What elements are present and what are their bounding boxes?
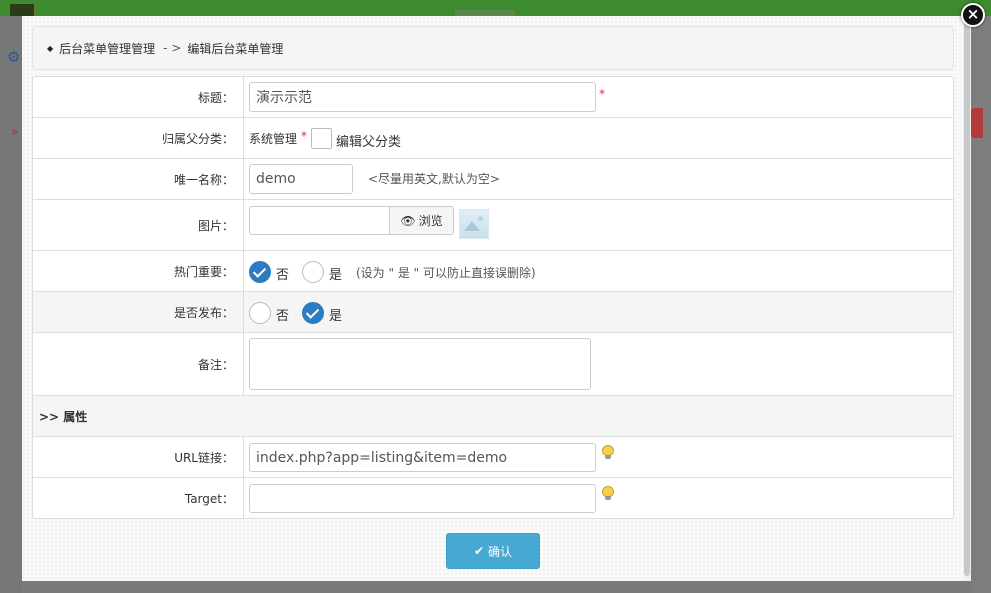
form-row-publish: 是否发布： 否 是 xyxy=(33,292,953,333)
form-row-hot-important: 热门重要： 否 是 (设为 " 是 " 可以防止直接误删除) xyxy=(33,251,953,292)
unique-name-label: 唯一名称： xyxy=(33,159,244,199)
close-icon[interactable]: × xyxy=(961,3,985,27)
lightbulb-icon[interactable] xyxy=(602,445,614,460)
chevron-right-icon: » xyxy=(11,125,19,139)
publish-no-label: 否 xyxy=(276,309,290,324)
attributes-section-label: >> 属性 xyxy=(39,409,88,424)
browse-button[interactable]: 👁 浏览 xyxy=(389,206,454,235)
background-sidebar xyxy=(0,16,22,593)
background-red-button xyxy=(971,108,983,138)
browse-label: 浏览 xyxy=(418,214,443,228)
attributes-section: >> 属性 xyxy=(33,396,953,437)
target-label: Target： xyxy=(33,478,244,519)
hot-important-hint: (设为 " 是 " 可以防止直接误删除) xyxy=(356,266,536,280)
form-row-title: 标题： 演示示范 * xyxy=(33,77,953,118)
hot-important-yes-radio[interactable] xyxy=(302,261,324,283)
image-label: 图片： xyxy=(33,200,244,250)
form-row-image: 图片： 👁 浏览 xyxy=(33,200,953,251)
form-row-unique-name: 唯一名称： demo <尽量用英文,默认为空> xyxy=(33,159,953,200)
edit-dialog: ◆ 后台菜单管理管理 - > 编辑后台菜单管理 标题： 演示示范 * 归属父分类… xyxy=(22,16,971,581)
url-link-label: URL链接： xyxy=(33,437,244,477)
unique-name-hint: <尽量用英文,默认为空> xyxy=(368,172,500,186)
confirm-label: 确认 xyxy=(488,544,513,559)
title-label: 标题： xyxy=(33,77,244,117)
publish-yes-label: 是 xyxy=(329,309,343,324)
required-mark: * xyxy=(599,87,605,101)
url-link-input[interactable]: index.php?app=listing&item=demo xyxy=(249,443,596,472)
publish-no-radio[interactable] xyxy=(249,302,271,324)
breadcrumb-parent[interactable]: 后台菜单管理管理 xyxy=(59,40,155,57)
edit-parent-label[interactable]: 编辑父分类 xyxy=(336,131,401,150)
target-input[interactable] xyxy=(249,484,596,513)
breadcrumb-separator: - > xyxy=(163,41,182,55)
required-mark: * xyxy=(301,129,307,143)
form-row-parent-category: 归属父分类： 系统管理 * 编辑父分类 xyxy=(33,118,953,159)
hot-important-yes-label: 是 xyxy=(329,268,343,283)
breadcrumb-current: 编辑后台菜单管理 xyxy=(187,41,284,56)
gear-icon: ⚙ xyxy=(7,48,21,66)
form-row-target: Target： xyxy=(33,478,953,519)
diamond-icon: ◆ xyxy=(47,43,54,53)
edit-parent-checkbox[interactable] xyxy=(311,128,332,149)
breadcrumb: ◆ 后台菜单管理管理 - > 编辑后台菜单管理 xyxy=(32,26,954,70)
image-preview-icon xyxy=(459,209,489,239)
lightbulb-icon[interactable] xyxy=(602,486,614,501)
form-row-remark: 备注： xyxy=(33,333,953,396)
parent-category-value: 系统管理 xyxy=(249,132,298,146)
hot-important-no-label: 否 xyxy=(276,268,290,283)
edit-form: 标题： 演示示范 * 归属父分类： 系统管理 * 编辑父分类 唯一名称： dem… xyxy=(32,76,954,519)
background-content xyxy=(971,16,991,593)
hot-important-label: 热门重要： xyxy=(33,251,244,291)
scrollbar-thumb[interactable] xyxy=(964,18,970,576)
parent-category-label: 归属父分类： xyxy=(33,118,244,158)
hot-important-no-radio[interactable] xyxy=(249,261,271,283)
check-icon: ✔ xyxy=(473,544,485,558)
confirm-button[interactable]: ✔ 确认 xyxy=(446,533,540,569)
unique-name-input[interactable]: demo xyxy=(249,164,353,194)
title-input[interactable]: 演示示范 xyxy=(249,82,596,112)
publish-yes-radio[interactable] xyxy=(302,302,324,324)
image-path-input[interactable] xyxy=(249,206,390,235)
form-row-url-link: URL链接： index.php?app=listing&item=demo xyxy=(33,437,953,478)
remark-textarea[interactable] xyxy=(249,338,591,390)
eye-icon: 👁 xyxy=(400,213,416,228)
publish-label: 是否发布： xyxy=(33,292,244,332)
remark-label: 备注： xyxy=(33,333,244,395)
